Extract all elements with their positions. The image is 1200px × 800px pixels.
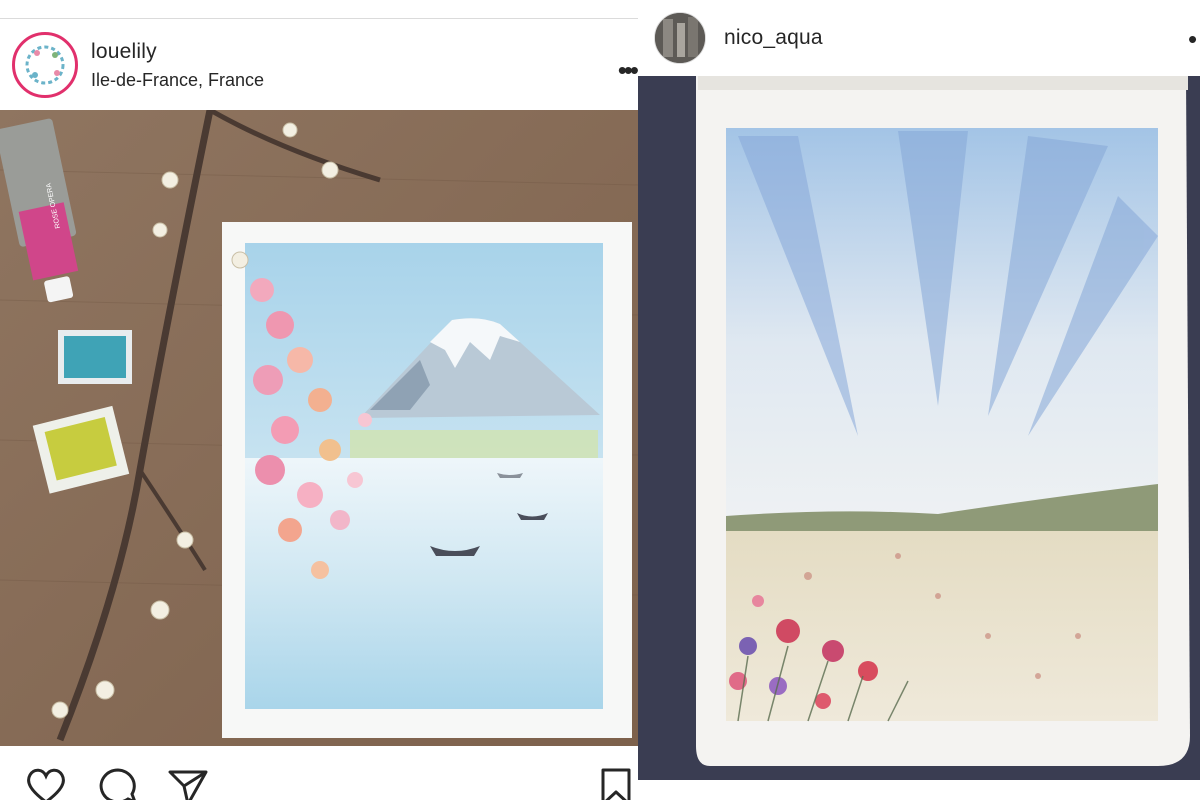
avatar-photo-icon [655,13,705,63]
post-nico-aqua: nico_aqua • [638,0,1200,800]
watercolor-fuji-photo: ROSE OPERA [0,107,638,746]
bookmark-icon[interactable] [598,766,634,800]
post-user-info: louelily Ile-de-France, France [91,40,264,91]
watercolor-field-photo [638,76,1200,780]
more-horizontal-icon[interactable]: • [1188,26,1197,52]
location[interactable]: Ile-de-France, France [91,70,264,91]
more-horizontal-icon[interactable]: ••• [618,57,638,83]
share-icon[interactable] [166,766,210,800]
avatar-wreath-icon [18,38,72,92]
post-louelily: louelily Ile-de-France, France ••• ROSE … [0,0,638,800]
post-header: louelily Ile-de-France, France ••• [0,18,638,111]
username[interactable]: louelily [91,40,264,64]
avatar[interactable] [654,12,706,64]
username[interactable]: nico_aqua [724,26,823,50]
comment-icon[interactable] [97,766,139,800]
post-header: nico_aqua • [638,0,1200,76]
post-actions [0,760,638,800]
post-photo[interactable]: ROSE OPERA [0,107,638,746]
post-photo[interactable] [638,76,1200,780]
heart-icon[interactable] [24,766,68,800]
avatar[interactable] [12,32,78,98]
